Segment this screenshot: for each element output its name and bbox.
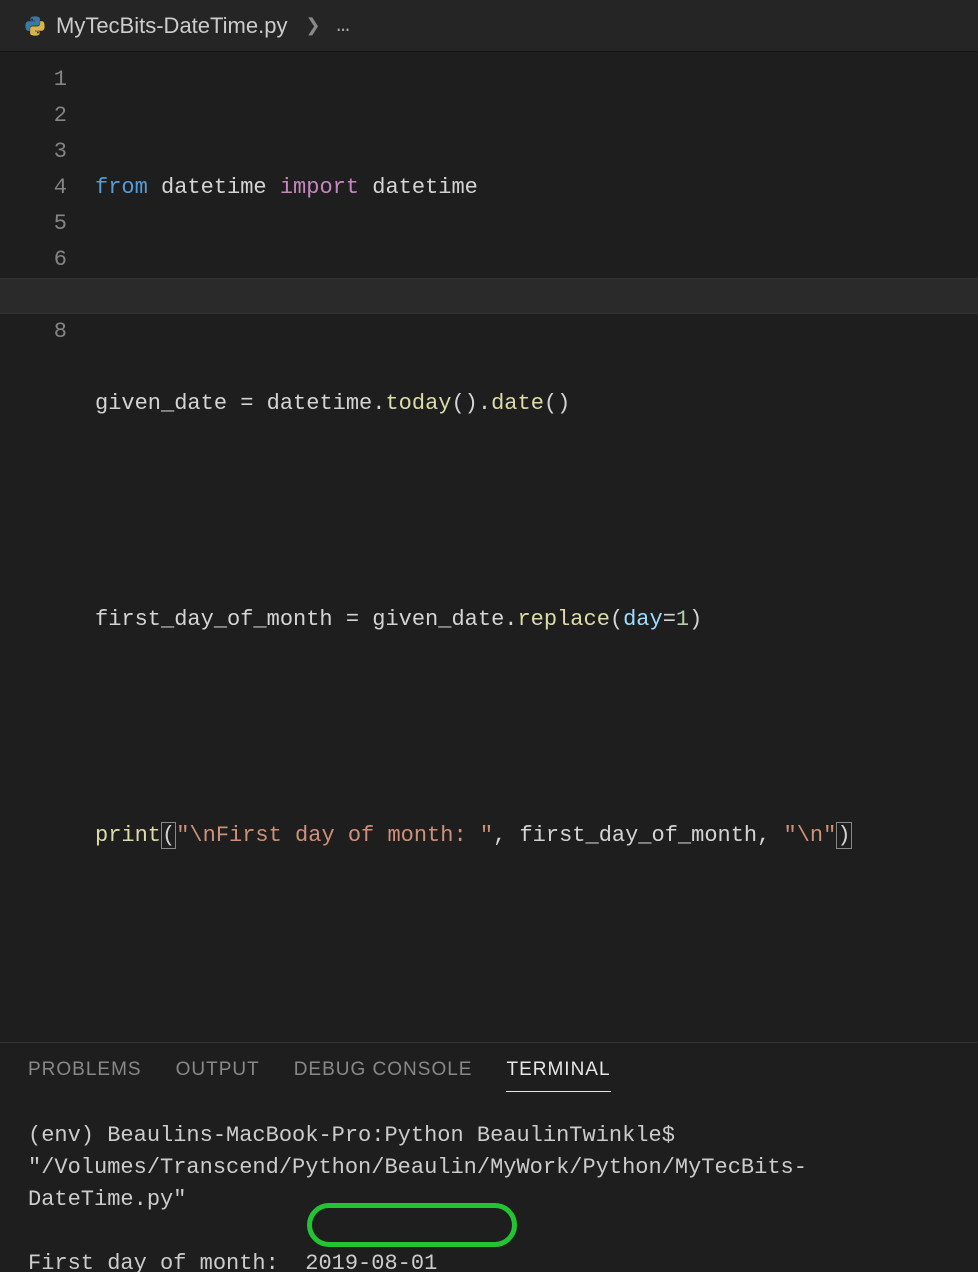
terminal-line-date: 2019-08-01 <box>305 1251 437 1272</box>
tab-output[interactable]: OUTPUT <box>176 1059 260 1092</box>
code-line: given_date = datetime.today().date() <box>95 386 978 422</box>
terminal-line: (env) Beaulins-MacBook-Pro:Python Beauli… <box>28 1123 807 1212</box>
tab-terminal[interactable]: TERMINAL <box>506 1059 610 1092</box>
tab-problems[interactable]: PROBLEMS <box>28 1059 142 1092</box>
editor-tab-bar: MyTecBits-DateTime.py ❯ … <box>0 0 978 52</box>
breadcrumb-filename[interactable]: MyTecBits-DateTime.py <box>56 13 287 39</box>
panel-tabs: PROBLEMS OUTPUT DEBUG CONSOLE TERMINAL <box>0 1043 978 1092</box>
code-content[interactable]: from datetime import datetime given_date… <box>95 62 978 1034</box>
line-number-gutter: 1 2 3 4 5 6 7 8 <box>0 62 95 1034</box>
code-line: print("\nFirst day of month: ", first_da… <box>95 818 978 854</box>
annotation-highlight-oval <box>307 1203 517 1247</box>
code-editor[interactable]: 1 2 3 4 5 6 7 8 from datetime import dat… <box>0 52 978 1034</box>
line-number: 6 <box>54 242 67 278</box>
code-line: from datetime import datetime <box>95 170 978 206</box>
terminal-output[interactable]: (env) Beaulins-MacBook-Pro:Python Beauli… <box>0 1092 978 1272</box>
line-number: 5 <box>54 206 67 242</box>
breadcrumb-ellipsis[interactable]: … <box>337 13 350 38</box>
code-line <box>95 278 978 314</box>
code-line: first_day_of_month = given_date.replace(… <box>95 602 978 638</box>
code-line <box>95 710 978 746</box>
line-number: 4 <box>54 170 67 206</box>
python-file-icon <box>24 15 46 37</box>
line-number: 1 <box>54 62 67 98</box>
line-number: 2 <box>54 98 67 134</box>
tab-debug-console[interactable]: DEBUG CONSOLE <box>294 1059 473 1092</box>
line-number: 3 <box>54 134 67 170</box>
code-line <box>95 926 978 962</box>
chevron-right-icon: ❯ <box>305 15 320 37</box>
line-number: 8 <box>54 314 67 350</box>
terminal-line-prefix: First day of month: <box>28 1251 305 1272</box>
code-line <box>95 494 978 530</box>
